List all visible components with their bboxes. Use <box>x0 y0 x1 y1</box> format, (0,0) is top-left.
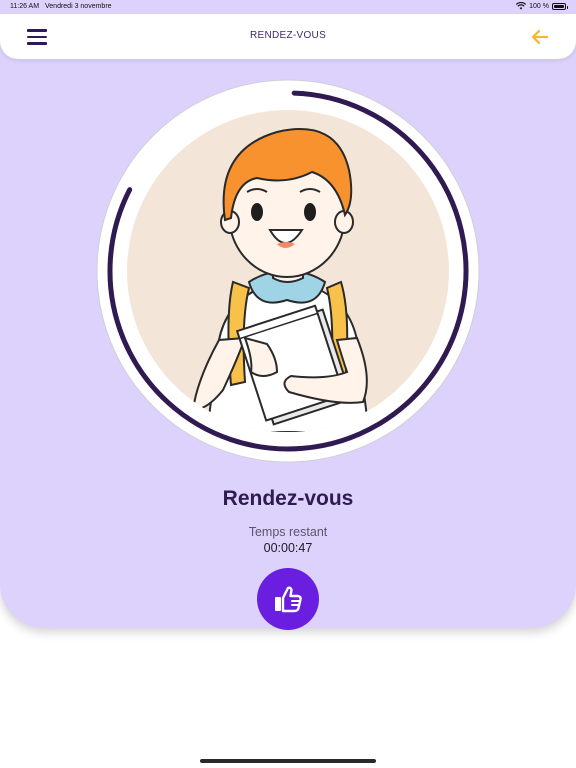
status-right: 100 % <box>516 2 568 10</box>
thumbs-up-button[interactable] <box>257 568 319 630</box>
home-indicator <box>200 759 376 763</box>
status-bar: 11:26 AM Vendredi 3 novembre 100 % <box>0 0 576 14</box>
page-title: RENDEZ-VOUS <box>249 30 327 41</box>
thumbs-up-icon <box>275 586 302 613</box>
remaining-time-label: Temps restant <box>248 525 328 539</box>
battery-full-icon <box>552 2 568 10</box>
battery-percent: 100 % <box>529 2 549 10</box>
back-button[interactable] <box>528 25 552 49</box>
appointment-heading: Rendez-vous <box>222 487 354 510</box>
status-time: 11:26 AM <box>10 3 40 10</box>
arrow-left-icon <box>531 29 549 45</box>
top-navbar: RENDEZ-VOUS <box>0 14 576 59</box>
remaining-time-value: 00:00:47 <box>263 541 313 555</box>
child-with-books-illustration <box>127 110 449 432</box>
wifi-icon <box>516 2 527 10</box>
app-screen: 11:26 AM Vendredi 3 novembre 100 % RENDE… <box>0 0 576 768</box>
status-date: Vendredi 3 novembre <box>45 3 112 10</box>
